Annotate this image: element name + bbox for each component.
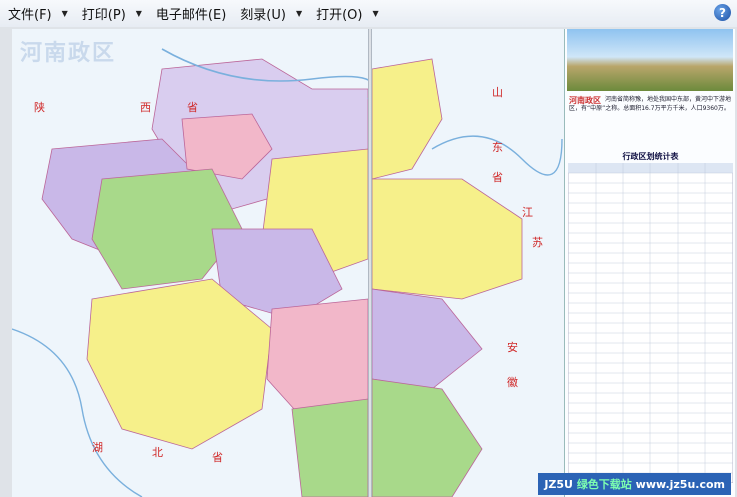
stats-table-title: 行政区划统计表 [622,152,679,161]
watermark-badge: JZ5U 绿色下载站 www.jz5u.com [538,473,731,495]
menu-open[interactable]: 打开(O) ▼ [308,0,385,27]
watermark-url: www.jz5u.com [635,478,725,491]
chevron-down-icon: ▼ [372,9,379,18]
neighbor-label: 苏 [532,236,543,249]
watermark-brand: JZ5U [544,478,573,491]
menu-email[interactable]: 电子邮件(E) [148,0,232,27]
menu-print[interactable]: 打印(P) ▼ [74,0,148,27]
info-panel: 河南政区 河南省简称豫，地处我国中东部，黄河中下游地区，有“中原”之称。总面积1… [564,29,735,497]
neighbor-label: 湖 [92,441,103,454]
neighbor-label: 东 [492,141,503,154]
neighbor-label: 省 [187,101,198,114]
menu-open-label: 打开(O) [316,8,363,23]
neighbor-label: 安 [507,341,518,354]
neighbor-label: 江 [522,206,533,219]
image-viewer[interactable]: 河南政区 陕 西 省 湖 北 省 山 东 省 江 苏 安 徽 河南政区 河南省简… [0,27,737,497]
watermark-site-name: 绿色下载站 [576,478,632,491]
info-text: 河南省简称豫，地处我国中东部，黄河中下游地区，有“中原”之称。总面积16.7万平… [569,96,732,112]
menu-file[interactable]: 文件(F) ▼ [0,0,74,27]
neighbor-label: 徽 [507,376,518,389]
chevron-down-icon: ▼ [135,9,142,18]
menu-burn-label: 刻录(U) [240,8,286,23]
neighbor-label: 西 [140,101,151,114]
menu-email-label: 电子邮件(E) [155,8,227,23]
neighbor-label: 省 [492,171,503,184]
map-title: 河南政区 [20,40,117,66]
chevron-down-icon: ▼ [295,9,303,18]
neighbor-label: 省 [212,451,223,464]
neighbor-label: 北 [152,446,163,459]
menu-bar: 文件(F) ▼ 打印(P) ▼ 电子邮件(E) 刻录(U) ▼ 打开(O) ▼ … [0,0,737,28]
map-page-right: 山 东 省 江 苏 安 徽 河南政区 河南省简称豫，地处我国中东部，黄河中下游地… [372,29,735,497]
neighbor-label: 山 [492,86,503,99]
stats-table [568,163,733,483]
help-icon[interactable]: ? [714,4,731,21]
map-page-left: 河南政区 陕 西 省 湖 北 省 [12,29,368,497]
chevron-down-icon: ▼ [61,9,68,18]
menu-print-label: 打印(P) [81,8,126,23]
menu-burn[interactable]: 刻录(U) ▼ [232,0,308,27]
neighbor-label: 陕 [34,101,45,114]
menu-file-label: 文件(F) [8,8,52,23]
landscape-photo [567,29,733,91]
